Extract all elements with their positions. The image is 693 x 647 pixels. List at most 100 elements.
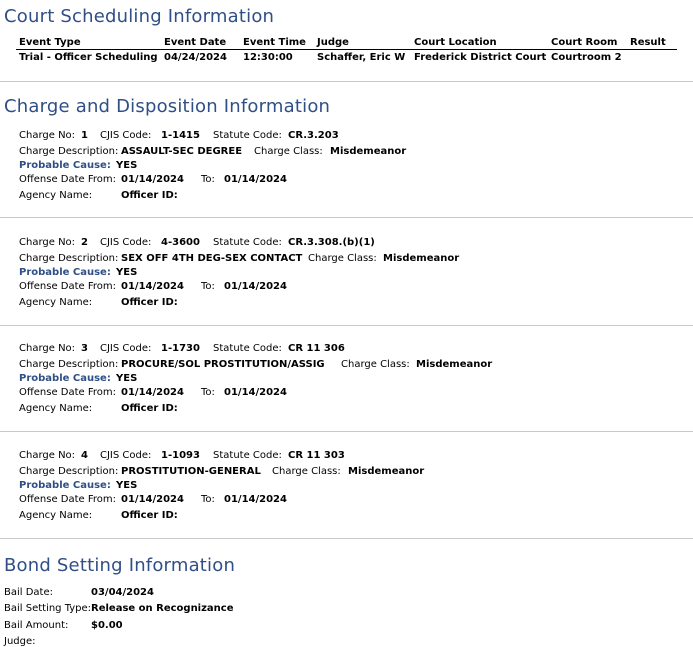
offense-date-to-label: To: xyxy=(201,387,215,398)
offense-date-to-value: 01/14/2024 xyxy=(224,387,287,398)
charge-no-label: Charge No: xyxy=(19,130,76,141)
statute-code-label: Statute Code: xyxy=(213,130,282,141)
bail-date-label: Bail Date: xyxy=(4,587,53,598)
offense-date-to-value: 01/14/2024 xyxy=(224,281,287,292)
charge-no-label: Charge No: xyxy=(19,237,76,248)
offense-date-from-value: 01/14/2024 xyxy=(121,281,184,292)
charge-no-label: Charge No: xyxy=(19,343,76,354)
probable-cause-value: YES xyxy=(116,480,138,491)
statute-code-value: CR.3.308.(b)(1) xyxy=(288,237,375,248)
agency-name-label: Agency Name: xyxy=(19,297,93,308)
officer-id-label: Officer ID: xyxy=(121,403,178,414)
statute-code-value: CR 11 306 xyxy=(288,343,345,354)
offense-date-from-label: Offense Date From: xyxy=(19,494,117,505)
probable-cause-label: Probable Cause: xyxy=(19,480,111,491)
cjis-code-value: 4-3600 xyxy=(161,237,200,248)
statute-code-value: CR 11 303 xyxy=(288,450,345,461)
cell-event-time: 12:30:00 xyxy=(243,52,293,63)
charge-class-label: Charge Class: xyxy=(341,359,410,370)
probable-cause-label: Probable Cause: xyxy=(19,160,111,171)
cjis-code-label: CJIS Code: xyxy=(100,450,152,461)
divider xyxy=(0,81,693,82)
cell-judge: Schaffer, Eric W xyxy=(317,52,406,63)
cell-court-room: Courtroom 2 xyxy=(551,52,622,63)
statute-code-label: Statute Code: xyxy=(213,237,282,248)
cjis-code-label: CJIS Code: xyxy=(100,130,152,141)
offense-date-from-label: Offense Date From: xyxy=(19,281,117,292)
cell-event-date: 04/24/2024 xyxy=(164,52,227,63)
cjis-code-label: CJIS Code: xyxy=(100,343,152,354)
offense-date-to-value: 01/14/2024 xyxy=(224,494,287,505)
charge-description-value: PROSTITUTION-GENERAL xyxy=(121,466,261,477)
charge-class-value: Misdemeanor xyxy=(330,146,407,157)
probable-cause-value: YES xyxy=(116,373,138,384)
statute-code-label: Statute Code: xyxy=(213,343,282,354)
charge-description-label: Charge Description: xyxy=(19,466,119,477)
col-judge: Judge xyxy=(317,37,349,48)
offense-date-from-label: Offense Date From: xyxy=(19,174,117,185)
agency-name-label: Agency Name: xyxy=(19,190,93,201)
bail-date-value: 03/04/2024 xyxy=(91,587,154,598)
charge-class-value: Misdemeanor xyxy=(383,253,460,264)
divider xyxy=(0,325,693,326)
offense-date-from-value: 01/14/2024 xyxy=(121,387,184,398)
charge-description-label: Charge Description: xyxy=(19,253,119,264)
cjis-code-value: 1-1093 xyxy=(161,450,200,461)
offense-date-from-value: 01/14/2024 xyxy=(121,494,184,505)
probable-cause-value: YES xyxy=(116,160,138,171)
bond-setting-heading: Bond Setting Information xyxy=(4,555,236,576)
charge-class-label: Charge Class: xyxy=(254,146,323,157)
cjis-code-value: 1-1730 xyxy=(161,343,200,354)
probable-cause-label: Probable Cause: xyxy=(19,267,111,278)
charge-description-value: PROCURE/SOL PROSTITUTION/ASSIG xyxy=(121,359,325,370)
officer-id-label: Officer ID: xyxy=(121,190,178,201)
col-event-time: Event Time xyxy=(243,37,306,48)
charge-class-value: Misdemeanor xyxy=(416,359,493,370)
offense-date-from-label: Offense Date From: xyxy=(19,387,117,398)
agency-name-label: Agency Name: xyxy=(19,403,93,414)
charge-no-label: Charge No: xyxy=(19,450,76,461)
officer-id-label: Officer ID: xyxy=(121,297,178,308)
probable-cause-label: Probable Cause: xyxy=(19,373,111,384)
offense-date-from-value: 01/14/2024 xyxy=(121,174,184,185)
divider xyxy=(0,538,693,539)
offense-date-to-label: To: xyxy=(201,174,215,185)
bail-amount-value: $0.00 xyxy=(91,620,123,631)
col-event-date: Event Date xyxy=(164,37,227,48)
charge-description-label: Charge Description: xyxy=(19,146,119,157)
offense-date-to-label: To: xyxy=(201,281,215,292)
cell-event-type: Trial - Officer Scheduling xyxy=(19,52,158,63)
charge-class-label: Charge Class: xyxy=(272,466,341,477)
bail-setting-type-value: Release on Recognizance xyxy=(91,603,234,614)
charge-no-value: 2 xyxy=(81,237,88,248)
cjis-code-value: 1-1415 xyxy=(161,130,200,141)
offense-date-to-label: To: xyxy=(201,494,215,505)
charge-class-value: Misdemeanor xyxy=(348,466,425,477)
officer-id-label: Officer ID: xyxy=(121,510,178,521)
court-table-header: Event Type Event Date Event Time Judge C… xyxy=(16,37,677,50)
charge-class-label: Charge Class: xyxy=(308,253,377,264)
charge-description-label: Charge Description: xyxy=(19,359,119,370)
agency-name-label: Agency Name: xyxy=(19,510,93,521)
charge-description-value: SEX OFF 4TH DEG-SEX CONTACT xyxy=(121,253,303,264)
cjis-code-label: CJIS Code: xyxy=(100,237,152,248)
bail-amount-label: Bail Amount: xyxy=(4,620,69,631)
judge-label: Judge: xyxy=(4,636,36,647)
divider xyxy=(0,431,693,432)
col-result: Result xyxy=(630,37,666,48)
cell-court-location: Frederick District Court xyxy=(414,52,547,63)
court-scheduling-heading: Court Scheduling Information xyxy=(4,6,275,27)
divider xyxy=(0,217,693,218)
charge-no-value: 4 xyxy=(81,450,88,461)
col-court-room: Court Room xyxy=(551,37,618,48)
offense-date-to-value: 01/14/2024 xyxy=(224,174,287,185)
probable-cause-value: YES xyxy=(116,267,138,278)
charge-description-value: ASSAULT-SEC DEGREE xyxy=(121,146,243,157)
charge-disposition-heading: Charge and Disposition Information xyxy=(4,96,331,117)
bail-setting-type-label: Bail Setting Type: xyxy=(4,603,92,614)
charge-no-value: 1 xyxy=(81,130,88,141)
col-event-type: Event Type xyxy=(19,37,81,48)
charge-no-value: 3 xyxy=(81,343,88,354)
statute-code-label: Statute Code: xyxy=(213,450,282,461)
col-court-location: Court Location xyxy=(414,37,497,48)
